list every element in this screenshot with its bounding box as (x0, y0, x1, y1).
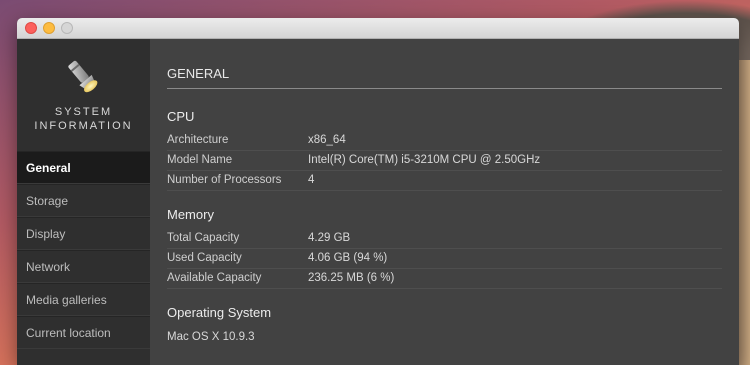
sidebar-item-display[interactable]: Display (17, 217, 150, 250)
sidebar-nav: General Storage Display Network Media ga… (17, 151, 150, 349)
info-value: 236.25 MB (6 %) (308, 272, 395, 284)
info-label: Used Capacity (167, 252, 242, 264)
section-title-operating-system: Operating System (167, 305, 272, 320)
sidebar-item-general[interactable]: General (17, 151, 150, 184)
info-value: 4 (308, 174, 315, 186)
sidebar: SYSTEM INFORMATION General Storage Displ… (17, 39, 150, 365)
sidebar-item-current-location[interactable]: Current location (17, 316, 150, 349)
sidebar-item-storage[interactable]: Storage (17, 184, 150, 217)
info-label: Architecture (167, 134, 229, 146)
info-label: Total Capacity (167, 232, 240, 244)
info-row-total-capacity: Total Capacity 4.29 GB (167, 229, 722, 249)
sidebar-item-media-galleries[interactable]: Media galleries (17, 283, 150, 316)
heading-divider (167, 88, 722, 89)
info-row-architecture: Architecture x86_64 (167, 131, 722, 151)
info-row-number-of-processors: Number of Processors 4 (167, 171, 722, 191)
info-label: Available Capacity (167, 272, 262, 284)
app-window: SYSTEM INFORMATION General Storage Displ… (17, 18, 739, 365)
info-value: 4.06 GB (94 %) (308, 252, 388, 264)
section-title-memory: Memory (167, 207, 214, 222)
sidebar-item-network[interactable]: Network (17, 250, 150, 283)
app-title-line-1: SYSTEM (54, 106, 113, 118)
info-label: Number of Processors (167, 174, 282, 186)
info-row-available-capacity: Available Capacity 236.25 MB (6 %) (167, 269, 722, 289)
info-value: Intel(R) Core(TM) i5-3210M CPU @ 2.50GHz (308, 154, 541, 166)
flashlight-icon (68, 60, 98, 93)
zoom-window-button[interactable] (61, 22, 73, 34)
section-title-cpu: CPU (167, 109, 195, 124)
app-title: SYSTEM INFORMATION (17, 105, 150, 133)
info-label: Model Name (167, 154, 233, 166)
minimize-window-button[interactable] (43, 22, 55, 34)
os-version-value: Mac OS X 10.9.3 (167, 331, 255, 343)
info-row-model-name: Model Name Intel(R) Core(TM) i5-3210M CP… (167, 151, 722, 171)
info-value: x86_64 (308, 134, 346, 146)
info-value: 4.29 GB (308, 232, 351, 244)
info-row-used-capacity: Used Capacity 4.06 GB (94 %) (167, 249, 722, 269)
page-title: GENERAL (167, 66, 230, 81)
app-title-line-2: INFORMATION (34, 120, 133, 132)
main-panel: GENERAL CPU Architecture x86_64 Model Na… (150, 39, 739, 365)
title-bar[interactable] (17, 18, 739, 39)
close-window-button[interactable] (25, 22, 37, 34)
